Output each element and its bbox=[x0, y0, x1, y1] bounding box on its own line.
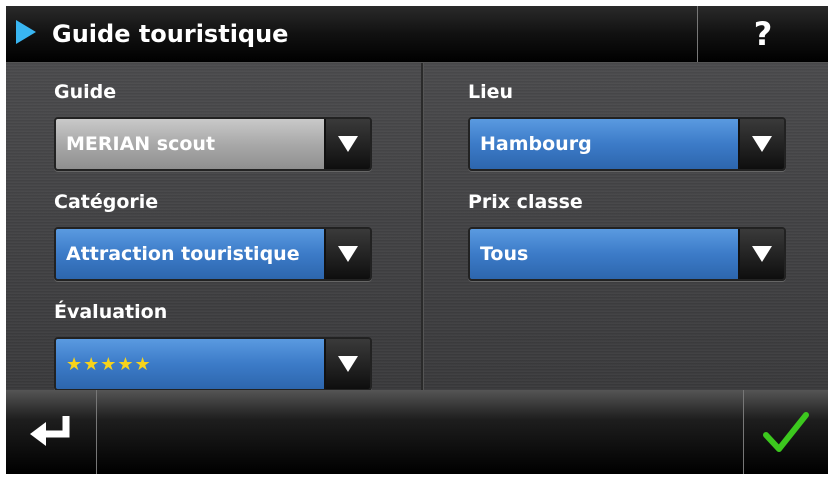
footer-bar bbox=[6, 390, 828, 474]
checkmark-icon bbox=[763, 412, 809, 452]
evaluation-label: Évaluation bbox=[54, 301, 168, 323]
back-button[interactable] bbox=[6, 390, 97, 474]
evaluation-dropdown-button[interactable] bbox=[326, 339, 370, 389]
star-rating: ★★★★★ bbox=[66, 353, 152, 375]
categorie-dropdown-button[interactable] bbox=[326, 229, 370, 279]
help-button[interactable]: ? bbox=[697, 6, 828, 62]
screen: Guide touristique ? Guide MERIAN scout L… bbox=[6, 6, 828, 474]
form-panel: Guide MERIAN scout Lieu Hambourg Catégor… bbox=[6, 63, 828, 391]
prix-value: Tous bbox=[470, 229, 740, 279]
categorie-select[interactable]: Attraction touristique bbox=[54, 227, 372, 281]
prix-label: Prix classe bbox=[468, 191, 583, 213]
lieu-dropdown-button[interactable] bbox=[740, 119, 784, 169]
return-arrow-icon bbox=[30, 416, 70, 446]
chevron-down-icon bbox=[338, 356, 358, 372]
chevron-down-icon bbox=[338, 136, 358, 152]
lieu-select[interactable]: Hambourg bbox=[468, 117, 786, 171]
guide-field: Guide MERIAN scout bbox=[54, 81, 372, 171]
column-divider bbox=[421, 63, 424, 390]
evaluation-select[interactable]: ★★★★★ bbox=[54, 337, 372, 391]
chevron-down-icon bbox=[752, 136, 772, 152]
prix-field: Prix classe Tous bbox=[468, 191, 786, 281]
title-bar: Guide touristique ? bbox=[6, 6, 828, 63]
confirm-button[interactable] bbox=[743, 390, 828, 474]
prix-select[interactable]: Tous bbox=[468, 227, 786, 281]
lieu-label: Lieu bbox=[468, 81, 514, 103]
guide-value: MERIAN scout bbox=[56, 119, 326, 169]
chevron-down-icon bbox=[752, 246, 772, 262]
lieu-value: Hambourg bbox=[470, 119, 740, 169]
play-arrow-icon bbox=[16, 20, 36, 44]
guide-select[interactable]: MERIAN scout bbox=[54, 117, 372, 171]
chevron-down-icon bbox=[338, 246, 358, 262]
categorie-field: Catégorie Attraction touristique bbox=[54, 191, 372, 281]
evaluation-value: ★★★★★ bbox=[56, 339, 326, 389]
guide-label: Guide bbox=[54, 81, 117, 103]
evaluation-field: Évaluation ★★★★★ bbox=[54, 301, 372, 391]
categorie-label: Catégorie bbox=[54, 191, 159, 213]
page-title: Guide touristique bbox=[52, 20, 289, 48]
categorie-value: Attraction touristique bbox=[56, 229, 326, 279]
lieu-field: Lieu Hambourg bbox=[468, 81, 786, 171]
guide-dropdown-button[interactable] bbox=[326, 119, 370, 169]
prix-dropdown-button[interactable] bbox=[740, 229, 784, 279]
